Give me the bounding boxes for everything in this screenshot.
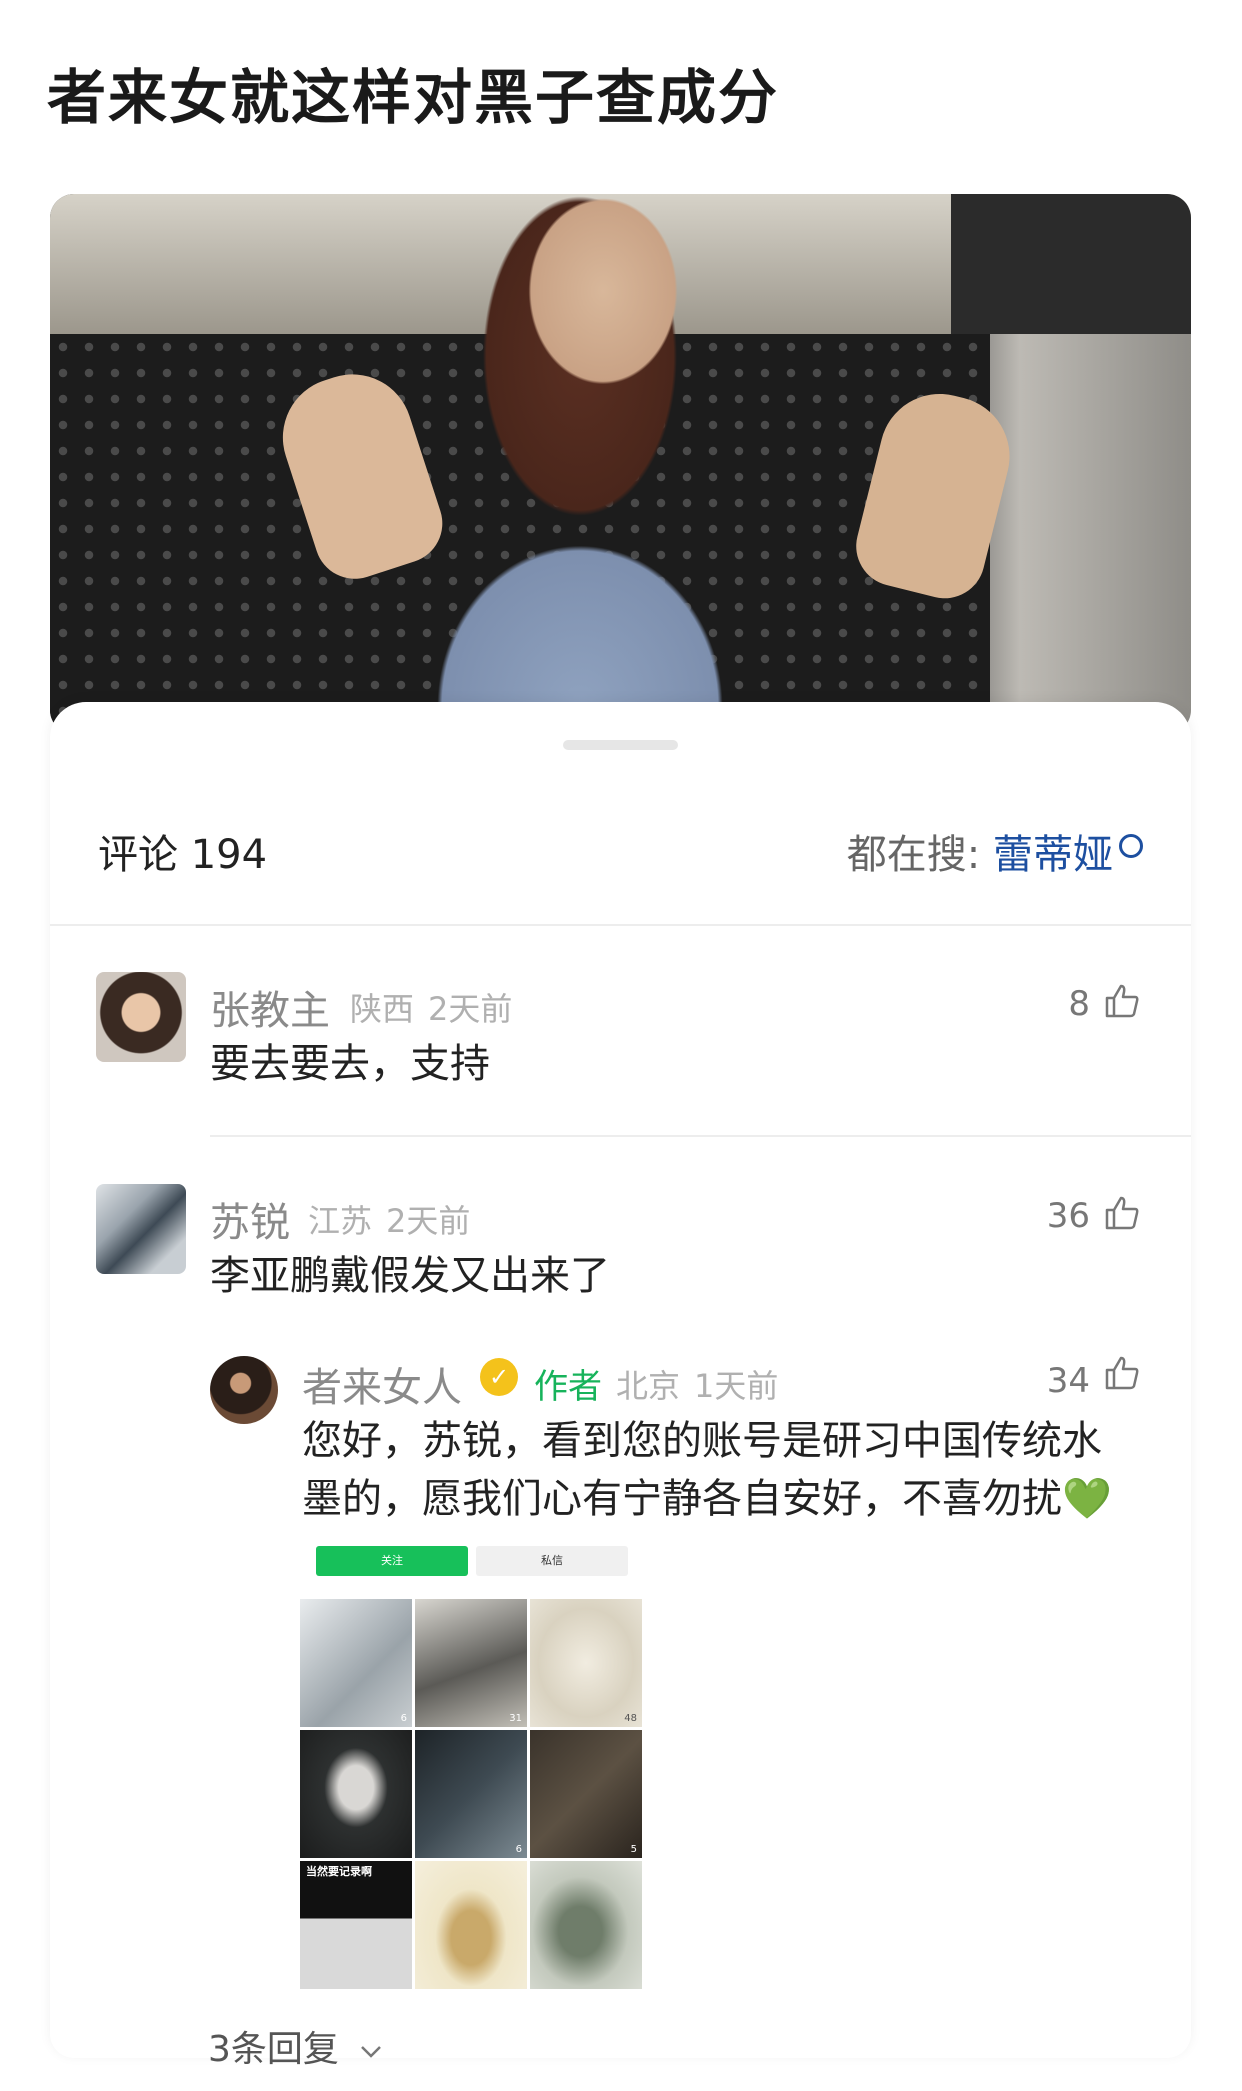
comment-text: 李亚鹏戴假发又出来了 bbox=[210, 1253, 610, 1299]
thumbs-up-icon[interactable] bbox=[1104, 1355, 1140, 1391]
avatar[interactable] bbox=[96, 972, 186, 1062]
comment-time: 2天前 bbox=[428, 990, 513, 1028]
grid-tile: 6 bbox=[415, 1730, 527, 1858]
comment-count: 评论 194 bbox=[98, 832, 268, 878]
verified-badge-icon: ✓ bbox=[480, 1358, 518, 1396]
tile-like-count: 31 bbox=[509, 1713, 522, 1724]
video-dark-corner bbox=[951, 194, 1191, 334]
header-divider bbox=[50, 924, 1191, 926]
thumbs-up-icon[interactable] bbox=[1104, 1195, 1140, 1231]
comment-location: 陕西 bbox=[350, 990, 415, 1028]
tile-like-count: 6 bbox=[400, 1713, 407, 1724]
expand-replies-button[interactable]: 3条回复 bbox=[208, 2020, 384, 2072]
video-player[interactable] bbox=[50, 194, 1191, 734]
green-heart-emoji: 💚 bbox=[1062, 1476, 1112, 1522]
reply-time: 1天前 bbox=[694, 1367, 779, 1405]
replies-count-label: 3条回复 bbox=[208, 2029, 339, 2070]
like-count: 34 bbox=[1046, 1361, 1090, 1401]
reply-location: 北京 bbox=[616, 1367, 681, 1405]
comment-location: 江苏 bbox=[308, 1202, 373, 1240]
search-icon bbox=[1119, 834, 1143, 858]
grid-tile bbox=[530, 1861, 642, 1989]
post-title: 者来女就这样对黑子查成分 bbox=[47, 63, 780, 132]
grid-tile bbox=[300, 1730, 412, 1858]
avatar[interactable] bbox=[96, 1184, 186, 1274]
avatar[interactable] bbox=[210, 1356, 278, 1424]
trending-search-prefix: 都在搜: bbox=[846, 832, 981, 878]
grid-tile: 6 bbox=[300, 1599, 412, 1727]
reply-text-line-1: 您好，苏锐，看到您的账号是研习中国传统水 bbox=[302, 1418, 1102, 1464]
tile-like-count: 6 bbox=[515, 1844, 522, 1855]
like-count: 8 bbox=[1068, 984, 1090, 1024]
tile-like-count: 48 bbox=[624, 1713, 637, 1724]
comment-text: 要去要去，支持 bbox=[210, 1041, 490, 1087]
drag-handle[interactable] bbox=[563, 740, 678, 750]
comment-username[interactable]: 苏锐 bbox=[210, 1190, 290, 1248]
embedded-image-grid[interactable]: 6 31 48 6 5 当然要记录啊 bbox=[300, 1599, 642, 1989]
tile-like-count: 5 bbox=[630, 1844, 637, 1855]
grid-tile: 当然要记录啊 bbox=[300, 1861, 412, 1989]
grid-tile: 5 bbox=[530, 1730, 642, 1858]
comment-time: 2天前 bbox=[386, 1202, 471, 1240]
chevron-down-icon bbox=[361, 2046, 382, 2058]
grid-tile: 48 bbox=[530, 1599, 642, 1727]
comment-divider bbox=[210, 1135, 1191, 1137]
trending-search[interactable]: 都在搜: 蕾蒂娅 bbox=[847, 822, 1143, 880]
tile-caption: 当然要记录啊 bbox=[306, 1865, 372, 1878]
grid-tile bbox=[415, 1861, 527, 1989]
reply-text-line-2: 墨的，愿我们心有宁静各自安好，不喜勿扰💚 bbox=[302, 1470, 1112, 1528]
embedded-message-button: 私信 bbox=[476, 1546, 628, 1576]
reply-username[interactable]: 者来女人 bbox=[302, 1355, 462, 1413]
embedded-follow-button: 关注 bbox=[316, 1546, 468, 1576]
comment-username[interactable]: 张教主 bbox=[210, 978, 330, 1036]
reply-text-content: 墨的，愿我们心有宁静各自安好，不喜勿扰 bbox=[302, 1476, 1062, 1522]
like-count: 36 bbox=[1046, 1196, 1090, 1236]
thumbs-up-icon[interactable] bbox=[1104, 983, 1140, 1019]
grid-tile: 31 bbox=[415, 1599, 527, 1727]
author-tag: 作者 bbox=[534, 1367, 602, 1407]
trending-search-keyword[interactable]: 蕾蒂娅 bbox=[993, 832, 1113, 878]
